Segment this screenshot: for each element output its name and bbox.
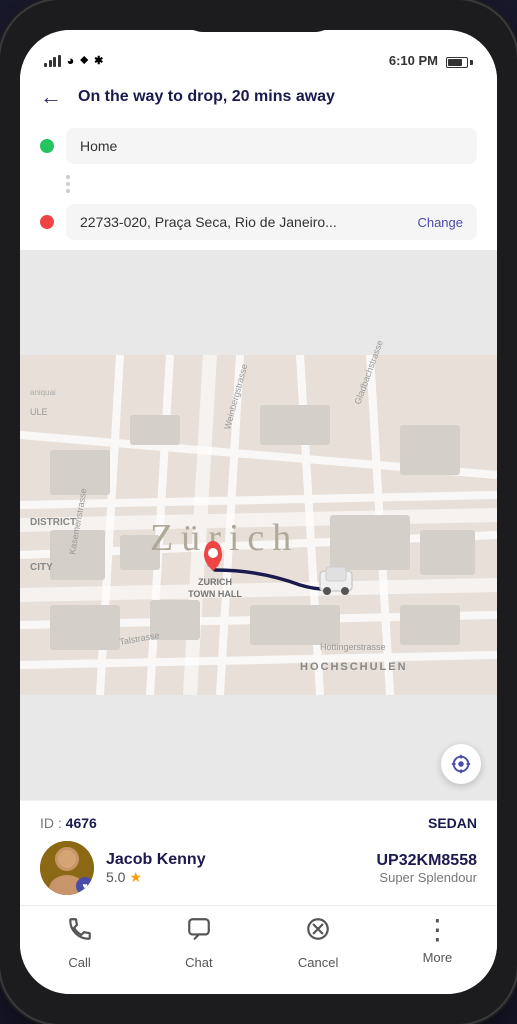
driver-left: ♥ Jacob Kenny 5.0 ★ [40, 841, 206, 895]
svg-text:Zürich: Zürich [150, 517, 299, 559]
vehicle-model: Super Splendour [377, 870, 478, 885]
nav-call[interactable]: Call [20, 916, 139, 970]
vehicle-type: SEDAN [428, 815, 477, 831]
rating-value: 5.0 [106, 869, 125, 885]
wifi-icon: ◕ [67, 53, 75, 68]
notch [179, 0, 339, 32]
bottom-nav: Call Chat C [20, 905, 497, 994]
svg-text:CITY: CITY [30, 562, 53, 573]
origin-row: Home [40, 128, 477, 164]
bluetooth-icon: ✱ [94, 54, 103, 67]
id-number: 4676 [66, 815, 97, 831]
driver-card: ID : 4676 SEDAN ♥ [20, 800, 497, 905]
svg-text:ZURICH: ZURICH [198, 577, 232, 587]
driver-details-row: ♥ Jacob Kenny 5.0 ★ UP32KM8558 Super Spl… [40, 841, 477, 895]
destination-text: 22733-020, Praça Seca, Rio de Janeiro... [80, 214, 413, 230]
status-left: ◕ ⬥ ✱ [44, 53, 103, 68]
driver-id: ID : 4676 [40, 815, 97, 831]
svg-text:HOCHSCHULEN: HOCHSCHULEN [300, 661, 408, 673]
svg-text:aniquai: aniquai [30, 388, 56, 397]
more-label: More [423, 950, 453, 965]
location-inputs: Home 22733-020, Praça Seca, Rio de Janei… [20, 122, 497, 250]
heart-badge: ♥ [76, 877, 94, 895]
chat-icon [186, 916, 212, 949]
destination-dot [40, 215, 54, 229]
target-icon [450, 753, 472, 775]
car-marker [320, 567, 352, 595]
id-prefix: ID : [40, 815, 66, 831]
driver-right: UP32KM8558 Super Splendour [377, 852, 478, 885]
back-button[interactable]: ← [40, 84, 62, 110]
origin-input[interactable]: Home [66, 128, 477, 164]
svg-text:ULE: ULE [30, 407, 48, 417]
cancel-icon [305, 916, 331, 949]
route-connector [40, 175, 477, 193]
map-container[interactable]: Zürich Weinbergstrasse Gladbachstrasse K… [20, 250, 497, 800]
header: ← On the way to drop, 20 mins away [20, 74, 497, 122]
driver-name: Jacob Kenny [106, 851, 206, 869]
driver-id-row: ID : 4676 SEDAN [40, 815, 477, 831]
page-title: On the way to drop, 20 mins away [78, 88, 477, 106]
battery-icon [446, 57, 473, 68]
signal-icon [44, 55, 61, 67]
driver-avatar: ♥ [40, 841, 94, 895]
status-time: 6:10 PM [389, 53, 438, 68]
map-svg: Zürich Weinbergstrasse Gladbachstrasse K… [20, 250, 497, 800]
phone-screen: ◕ ⬥ ✱ 6:10 PM ← On the way to drop, 20 m… [20, 30, 497, 994]
cancel-label: Cancel [298, 955, 338, 970]
nav-cancel[interactable]: Cancel [259, 916, 378, 970]
status-bar: ◕ ⬥ ✱ 6:10 PM [20, 30, 497, 74]
nav-more[interactable]: ⋮ More [378, 916, 497, 970]
call-icon [67, 916, 93, 949]
destination-input[interactable]: 22733-020, Praça Seca, Rio de Janeiro...… [66, 204, 477, 240]
destination-row: 22733-020, Praça Seca, Rio de Janeiro...… [40, 204, 477, 240]
plate-number: UP32KM8558 [377, 852, 478, 870]
chat-label: Chat [185, 955, 212, 970]
more-icon: ⋮ [423, 916, 451, 944]
location-target-button[interactable] [441, 744, 481, 784]
svg-text:TOWN HALL: TOWN HALL [188, 589, 242, 599]
origin-dot [40, 139, 54, 153]
location-icon: ⬥ [80, 54, 88, 67]
svg-text:DISTRICT: DISTRICT [30, 517, 76, 528]
call-label: Call [68, 955, 90, 970]
phone-frame: ◕ ⬥ ✱ 6:10 PM ← On the way to drop, 20 m… [0, 0, 517, 1024]
svg-text:Hottingerstrasse: Hottingerstrasse [320, 642, 386, 652]
driver-info: Jacob Kenny 5.0 ★ [106, 851, 206, 886]
driver-rating: 5.0 ★ [106, 869, 206, 886]
nav-chat[interactable]: Chat [139, 916, 258, 970]
star-icon: ★ [129, 869, 142, 886]
change-button[interactable]: Change [417, 215, 463, 230]
